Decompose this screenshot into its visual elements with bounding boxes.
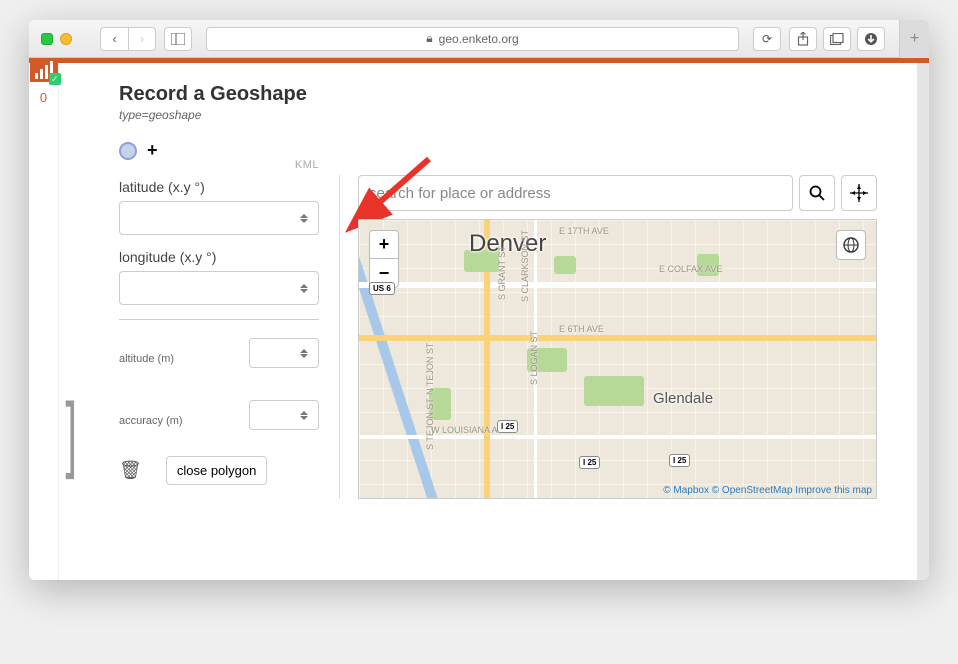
- minimize-window[interactable]: [60, 33, 72, 45]
- scrollbar[interactable]: [917, 63, 929, 580]
- latitude-spinner[interactable]: [300, 214, 312, 223]
- accuracy-spinner[interactable]: [300, 411, 312, 420]
- latitude-input[interactable]: [119, 201, 319, 235]
- street-label: N TEJON ST: [425, 343, 435, 395]
- back-button[interactable]: ‹: [100, 27, 128, 51]
- map-canvas[interactable]: + − Denver Glendale E 17TH AVE E COLFAX …: [358, 219, 877, 499]
- road-shield: I 25: [497, 420, 518, 433]
- add-point-button[interactable]: +: [147, 140, 158, 161]
- nav-buttons: ‹ ›: [100, 27, 156, 51]
- url-host: geo.enketo.org: [439, 32, 519, 46]
- longitude-spinner[interactable]: [300, 284, 312, 293]
- altitude-label: altitude (m): [119, 353, 174, 365]
- close-polygon-button[interactable]: close polygon: [166, 456, 268, 485]
- address-bar[interactable]: 🔒︎ geo.enketo.org: [206, 27, 739, 51]
- street-label: S GRANT ST: [497, 246, 507, 300]
- accuracy-label: accuracy (m): [119, 415, 183, 427]
- sidebar-toggle[interactable]: [164, 27, 192, 51]
- attribution-mapbox[interactable]: © Mapbox: [663, 485, 709, 496]
- street-label: S CLARKSON ST: [520, 230, 530, 302]
- coordinate-form: KML latitude (x.y °) longitude (x.y °) a…: [119, 175, 319, 485]
- kml-toggle[interactable]: KML: [295, 159, 319, 171]
- map-city-label: Denver: [469, 230, 546, 258]
- form-status-icon[interactable]: [30, 58, 58, 82]
- points-row: +: [119, 140, 877, 161]
- annotation-arrow: [364, 153, 444, 228]
- longitude-label: longitude (x.y °): [119, 249, 319, 265]
- attribution-osm[interactable]: © OpenStreetMap: [712, 485, 793, 496]
- zoom-in-button[interactable]: +: [370, 231, 398, 259]
- lock-icon: 🔒︎: [426, 31, 432, 46]
- point-marker[interactable]: [119, 142, 137, 160]
- road-shield: US 6: [369, 282, 395, 295]
- forward-button[interactable]: ›: [128, 27, 156, 51]
- share-button[interactable]: [789, 27, 817, 51]
- main-content: Record a Geoshape type=geoshape + KML l: [59, 63, 917, 580]
- layer-button[interactable]: [836, 230, 866, 260]
- longitude-input[interactable]: [119, 271, 319, 305]
- altitude-input[interactable]: [249, 338, 319, 368]
- divider: [119, 319, 319, 320]
- street-label: S LOGAN ST: [529, 331, 539, 385]
- latitude-label: latitude (x.y °): [119, 179, 319, 195]
- record-count: 0: [40, 90, 47, 105]
- downloads-button[interactable]: [857, 27, 885, 51]
- accuracy-input[interactable]: [249, 400, 319, 430]
- road-shield: I 25: [669, 454, 690, 467]
- street-label: E 6TH AVE: [559, 324, 604, 334]
- delete-point-button[interactable]: 🗑︎: [119, 460, 142, 481]
- search-button[interactable]: [799, 175, 835, 211]
- street-label: E COLFAX AVE: [659, 264, 722, 274]
- left-gutter: 0: [29, 63, 59, 580]
- map-suburb-label: Glendale: [653, 390, 713, 407]
- page-viewport: 0 Record a Geoshape type=geoshape +: [29, 58, 929, 580]
- zoom-controls: + −: [369, 230, 399, 288]
- maximize-window[interactable]: [41, 33, 53, 45]
- new-tab-button[interactable]: +: [899, 20, 929, 58]
- page-subtitle: type=geoshape: [119, 108, 877, 122]
- bracket-decoration: ]: [59, 430, 83, 448]
- reload-button[interactable]: ⟳: [753, 27, 781, 51]
- map-panel: search for place or address: [339, 175, 877, 499]
- tabs-button[interactable]: [823, 27, 851, 51]
- altitude-spinner[interactable]: [300, 349, 312, 358]
- road-shield: I 25: [579, 456, 600, 469]
- map-attribution: © Mapbox © OpenStreetMap Improve this ma…: [663, 485, 872, 496]
- locate-button[interactable]: [841, 175, 877, 211]
- browser-window: ‹ › 🔒︎ geo.enketo.org ⟳ +: [29, 20, 929, 580]
- window-controls: [41, 33, 72, 45]
- attribution-improve[interactable]: Improve this map: [795, 485, 872, 496]
- titlebar: ‹ › 🔒︎ geo.enketo.org ⟳ +: [29, 20, 929, 58]
- street-label: E 17TH AVE: [559, 226, 609, 236]
- page-title: Record a Geoshape: [119, 83, 877, 106]
